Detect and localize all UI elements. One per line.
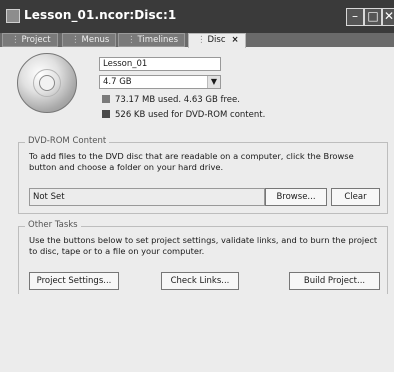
tab-project[interactable]: ⋮ Project [2,33,58,47]
dvdrom-folder-field[interactable]: Not Set [29,188,265,206]
window-title: Lesson_01.ncor:Disc:1 [24,8,177,22]
grip-icon: ⋮ [71,35,80,45]
other-tasks-description: Use the buttons below to set project set… [29,235,378,256]
close-button[interactable]: ✕ [382,8,394,26]
grip-icon: ⋮ [127,35,136,45]
disc-size-value: 4.7 GB [103,77,132,87]
disc-usage-line: 73.17 MB used. 4.63 GB free. [102,94,240,106]
group-title: DVD-ROM Content [25,136,110,146]
dvdrom-usage-line: 526 KB used for DVD-ROM content. [102,109,265,121]
empty-panel-area [0,294,394,372]
disc-icon [17,53,77,113]
dvdrom-text: 526 KB used for DVD-ROM content. [115,110,266,120]
used-text: 73.17 MB used. [115,95,182,105]
tab-timelines[interactable]: ⋮ Timelines [118,33,186,47]
group-title: Other Tasks [25,220,81,230]
maximize-button[interactable]: □ [364,8,382,26]
chevron-down-icon[interactable]: ▼ [207,76,220,88]
used-swatch [102,95,110,103]
title-bar[interactable]: Lesson_01.ncor:Disc:1 – □ ✕ [0,0,394,33]
tab-disc[interactable]: ⋮ Disc × [188,33,246,48]
disc-panel-window: Lesson_01.ncor:Disc:1 – □ ✕ ⋮ Project ⋮ Me… [0,0,394,372]
free-text: 4.63 GB free. [183,95,240,105]
dvdrom-content-group: DVD-ROM Content To add files to the DVD … [18,136,388,214]
minimize-button[interactable]: – [346,8,364,26]
tab-label: Timelines [137,35,179,45]
project-settings-button[interactable]: Project Settings... [29,272,119,290]
browse-button[interactable]: Browse... [265,188,327,206]
build-project-button[interactable]: Build Project... [289,272,380,290]
disc-name-field[interactable]: Lesson_01 [99,57,221,71]
tab-label: Menus [81,35,110,45]
grip-icon: ⋮ [11,35,20,45]
disc-size-select[interactable]: 4.7 GB ▼ [99,75,221,89]
tab-label: Disc [207,35,226,45]
tab-label: Project [21,35,51,45]
dvdrom-swatch [102,110,110,118]
tab-menus[interactable]: ⋮ Menus [62,33,117,47]
other-tasks-group: Other Tasks Use the buttons below to set… [18,220,388,296]
check-links-button[interactable]: Check Links... [161,272,239,290]
clear-button[interactable]: Clear [331,188,380,206]
panel-tab-bar: ⋮ Project ⋮ Menus ⋮ Timelines ⋮ Disc × [0,33,394,48]
dvdrom-description: To add files to the DVD disc that are re… [29,151,354,172]
disc-hole [39,75,55,91]
app-icon [6,9,20,23]
tab-close-icon[interactable]: × [232,35,239,45]
grip-icon: ⋮ [197,35,206,45]
